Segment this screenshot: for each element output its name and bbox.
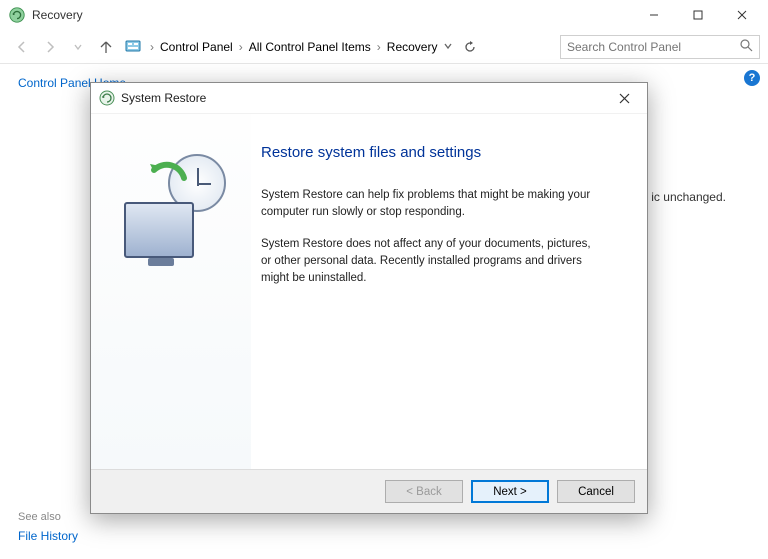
dialog-paragraph: System Restore can help fix problems tha…: [261, 187, 601, 220]
search-input[interactable]: [567, 40, 740, 54]
dialog-title: System Restore: [121, 91, 607, 105]
cancel-button[interactable]: Cancel: [557, 480, 635, 503]
green-arrow-icon: [144, 160, 190, 206]
breadcrumb-item[interactable]: All Control Panel Items: [247, 38, 373, 56]
search-icon[interactable]: [740, 39, 753, 55]
window-title: Recovery: [32, 8, 632, 22]
dialog-main: Restore system files and settings System…: [251, 114, 647, 469]
monitor-icon: [124, 202, 194, 258]
back-arrow-icon[interactable]: [8, 33, 36, 61]
dialog-heading: Restore system files and settings: [261, 144, 625, 161]
see-also-label: See also: [18, 511, 61, 523]
search-box[interactable]: [560, 35, 760, 59]
forward-arrow-icon[interactable]: [36, 33, 64, 61]
recovery-app-icon: [8, 6, 26, 24]
dialog-titlebar: System Restore: [91, 83, 647, 113]
dialog-paragraph: System Restore does not affect any of yo…: [261, 236, 601, 286]
chevron-right-icon[interactable]: ›: [235, 40, 247, 54]
recent-dropdown-icon[interactable]: [64, 33, 92, 61]
control-panel-icon: [124, 38, 142, 56]
maximize-button[interactable]: [676, 1, 720, 29]
dialog-sidebar: [91, 114, 251, 469]
next-button[interactable]: Next >: [471, 480, 549, 503]
chevron-right-icon[interactable]: ›: [146, 40, 158, 54]
restore-graphic: [116, 154, 226, 264]
window-titlebar: Recovery: [0, 0, 768, 30]
address-dropdown-icon[interactable]: [443, 40, 453, 54]
chevron-right-icon[interactable]: ›: [373, 40, 385, 54]
up-arrow-icon[interactable]: [92, 33, 120, 61]
minimize-button[interactable]: [632, 1, 676, 29]
help-icon[interactable]: ?: [744, 70, 760, 86]
background-partial-text: ic unchanged.: [651, 190, 726, 204]
dialog-close-button[interactable]: [607, 86, 641, 110]
breadcrumb-item[interactable]: Control Panel: [158, 38, 235, 56]
toolbar: › Control Panel › All Control Panel Item…: [0, 30, 768, 64]
close-button[interactable]: [720, 1, 764, 29]
refresh-icon[interactable]: [457, 34, 483, 60]
dialog-body: Restore system files and settings System…: [91, 113, 647, 469]
file-history-link[interactable]: File History: [18, 529, 78, 543]
system-restore-icon: [99, 90, 115, 106]
breadcrumb-item[interactable]: Recovery: [385, 38, 440, 56]
back-button: < Back: [385, 480, 463, 503]
system-restore-dialog: System Restore Restore system files and …: [90, 82, 648, 514]
window-controls: [632, 1, 764, 29]
dialog-footer: < Back Next > Cancel: [91, 469, 647, 513]
